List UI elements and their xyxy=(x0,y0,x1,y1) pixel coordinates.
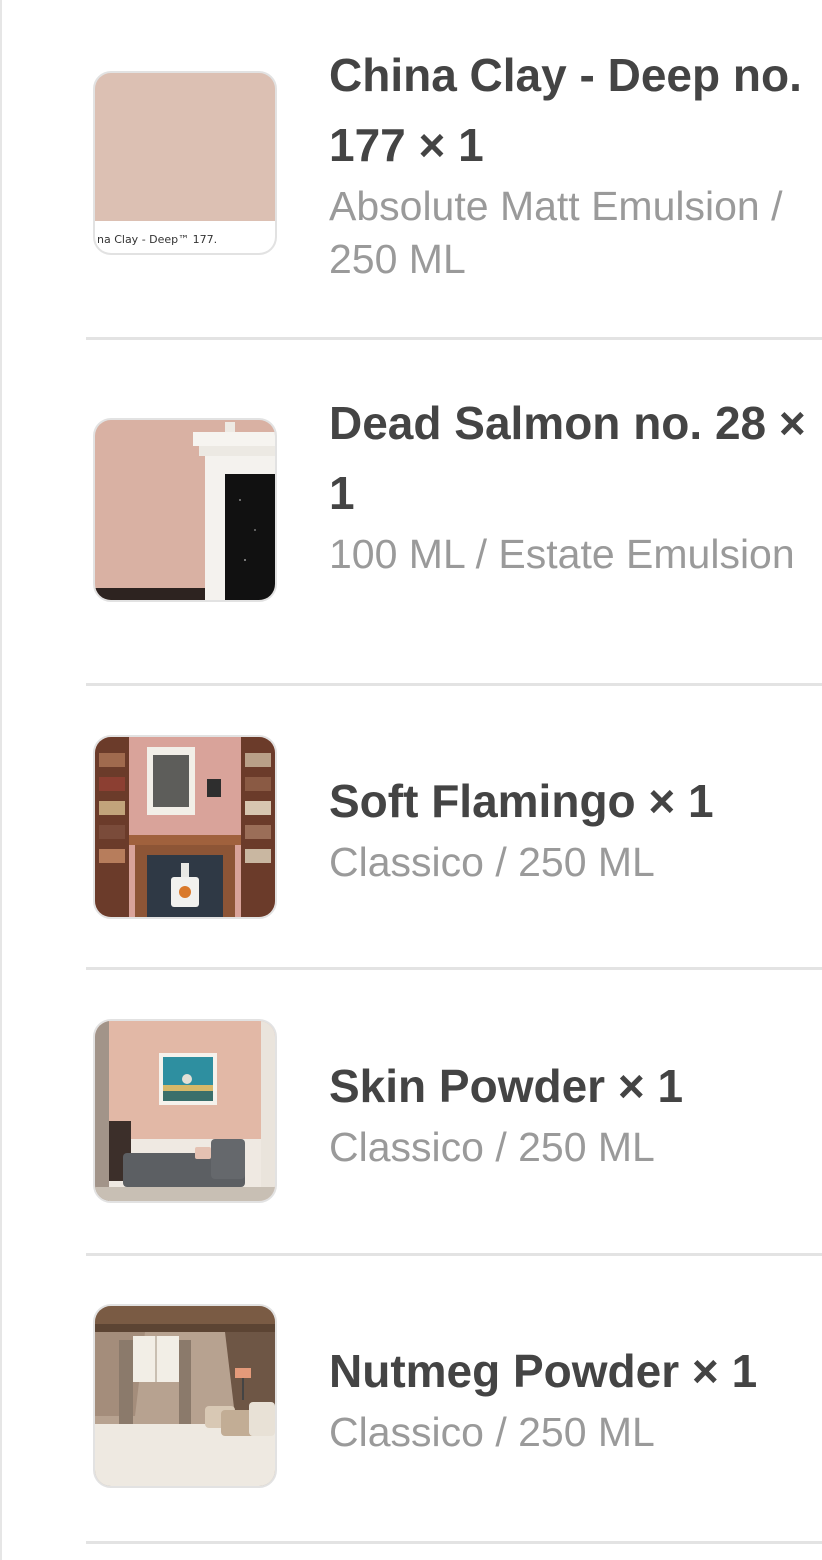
room-photo-image xyxy=(95,1021,275,1201)
item-name: Soft Flamingo × 1 xyxy=(329,775,714,827)
item-name: Skin Powder × 1 xyxy=(329,1060,684,1112)
item-name: Nutmeg Powder × 1 xyxy=(329,1345,758,1397)
cart-item[interactable]: Soft Flamingo × 1 Classico / 250 ML xyxy=(86,686,822,970)
item-info: Dead Salmon no. 28 × 1 100 ML / Estate E… xyxy=(329,388,814,581)
room-photo-image xyxy=(95,737,275,917)
item-variant: Absolute Matt Emulsion / 250 ML xyxy=(329,183,783,282)
item-name: Dead Salmon no. 28 × 1 xyxy=(329,397,806,519)
product-thumbnail[interactable] xyxy=(93,1304,277,1488)
room-photo-image xyxy=(95,1306,275,1486)
cart-item[interactable]: na Clay - Deep™ 177. China Clay - Deep n… xyxy=(86,0,822,340)
item-name: China Clay - Deep no. 177 × 1 xyxy=(329,49,802,171)
swatch-caption: na Clay - Deep™ 177. xyxy=(97,233,217,246)
item-info: China Clay - Deep no. 177 × 1 Absolute M… xyxy=(329,40,814,286)
room-photo-image xyxy=(95,420,275,600)
cart-item[interactable]: Skin Powder × 1 Classico / 250 ML xyxy=(86,970,822,1256)
cart-item[interactable]: Nutmeg Powder × 1 Classico / 250 ML xyxy=(86,1256,822,1544)
item-info: Soft Flamingo × 1 Classico / 250 ML xyxy=(329,766,814,889)
paint-swatch-image: na Clay - Deep™ 177. xyxy=(95,73,275,253)
product-thumbnail[interactable] xyxy=(93,735,277,919)
item-variant: Classico / 250 ML xyxy=(329,839,655,885)
cart-item[interactable]: Dead Salmon no. 28 × 1 100 ML / Estate E… xyxy=(86,340,822,686)
product-thumbnail[interactable] xyxy=(93,1019,277,1203)
item-info: Skin Powder × 1 Classico / 250 ML xyxy=(329,1051,814,1174)
product-thumbnail[interactable] xyxy=(93,418,277,602)
item-info: Nutmeg Powder × 1 Classico / 250 ML xyxy=(329,1336,814,1459)
item-variant: Classico / 250 ML xyxy=(329,1124,655,1170)
item-variant: Classico / 250 ML xyxy=(329,1409,655,1455)
item-variant: 100 ML / Estate Emulsion xyxy=(329,531,795,577)
product-thumbnail[interactable]: na Clay - Deep™ 177. xyxy=(93,71,277,255)
